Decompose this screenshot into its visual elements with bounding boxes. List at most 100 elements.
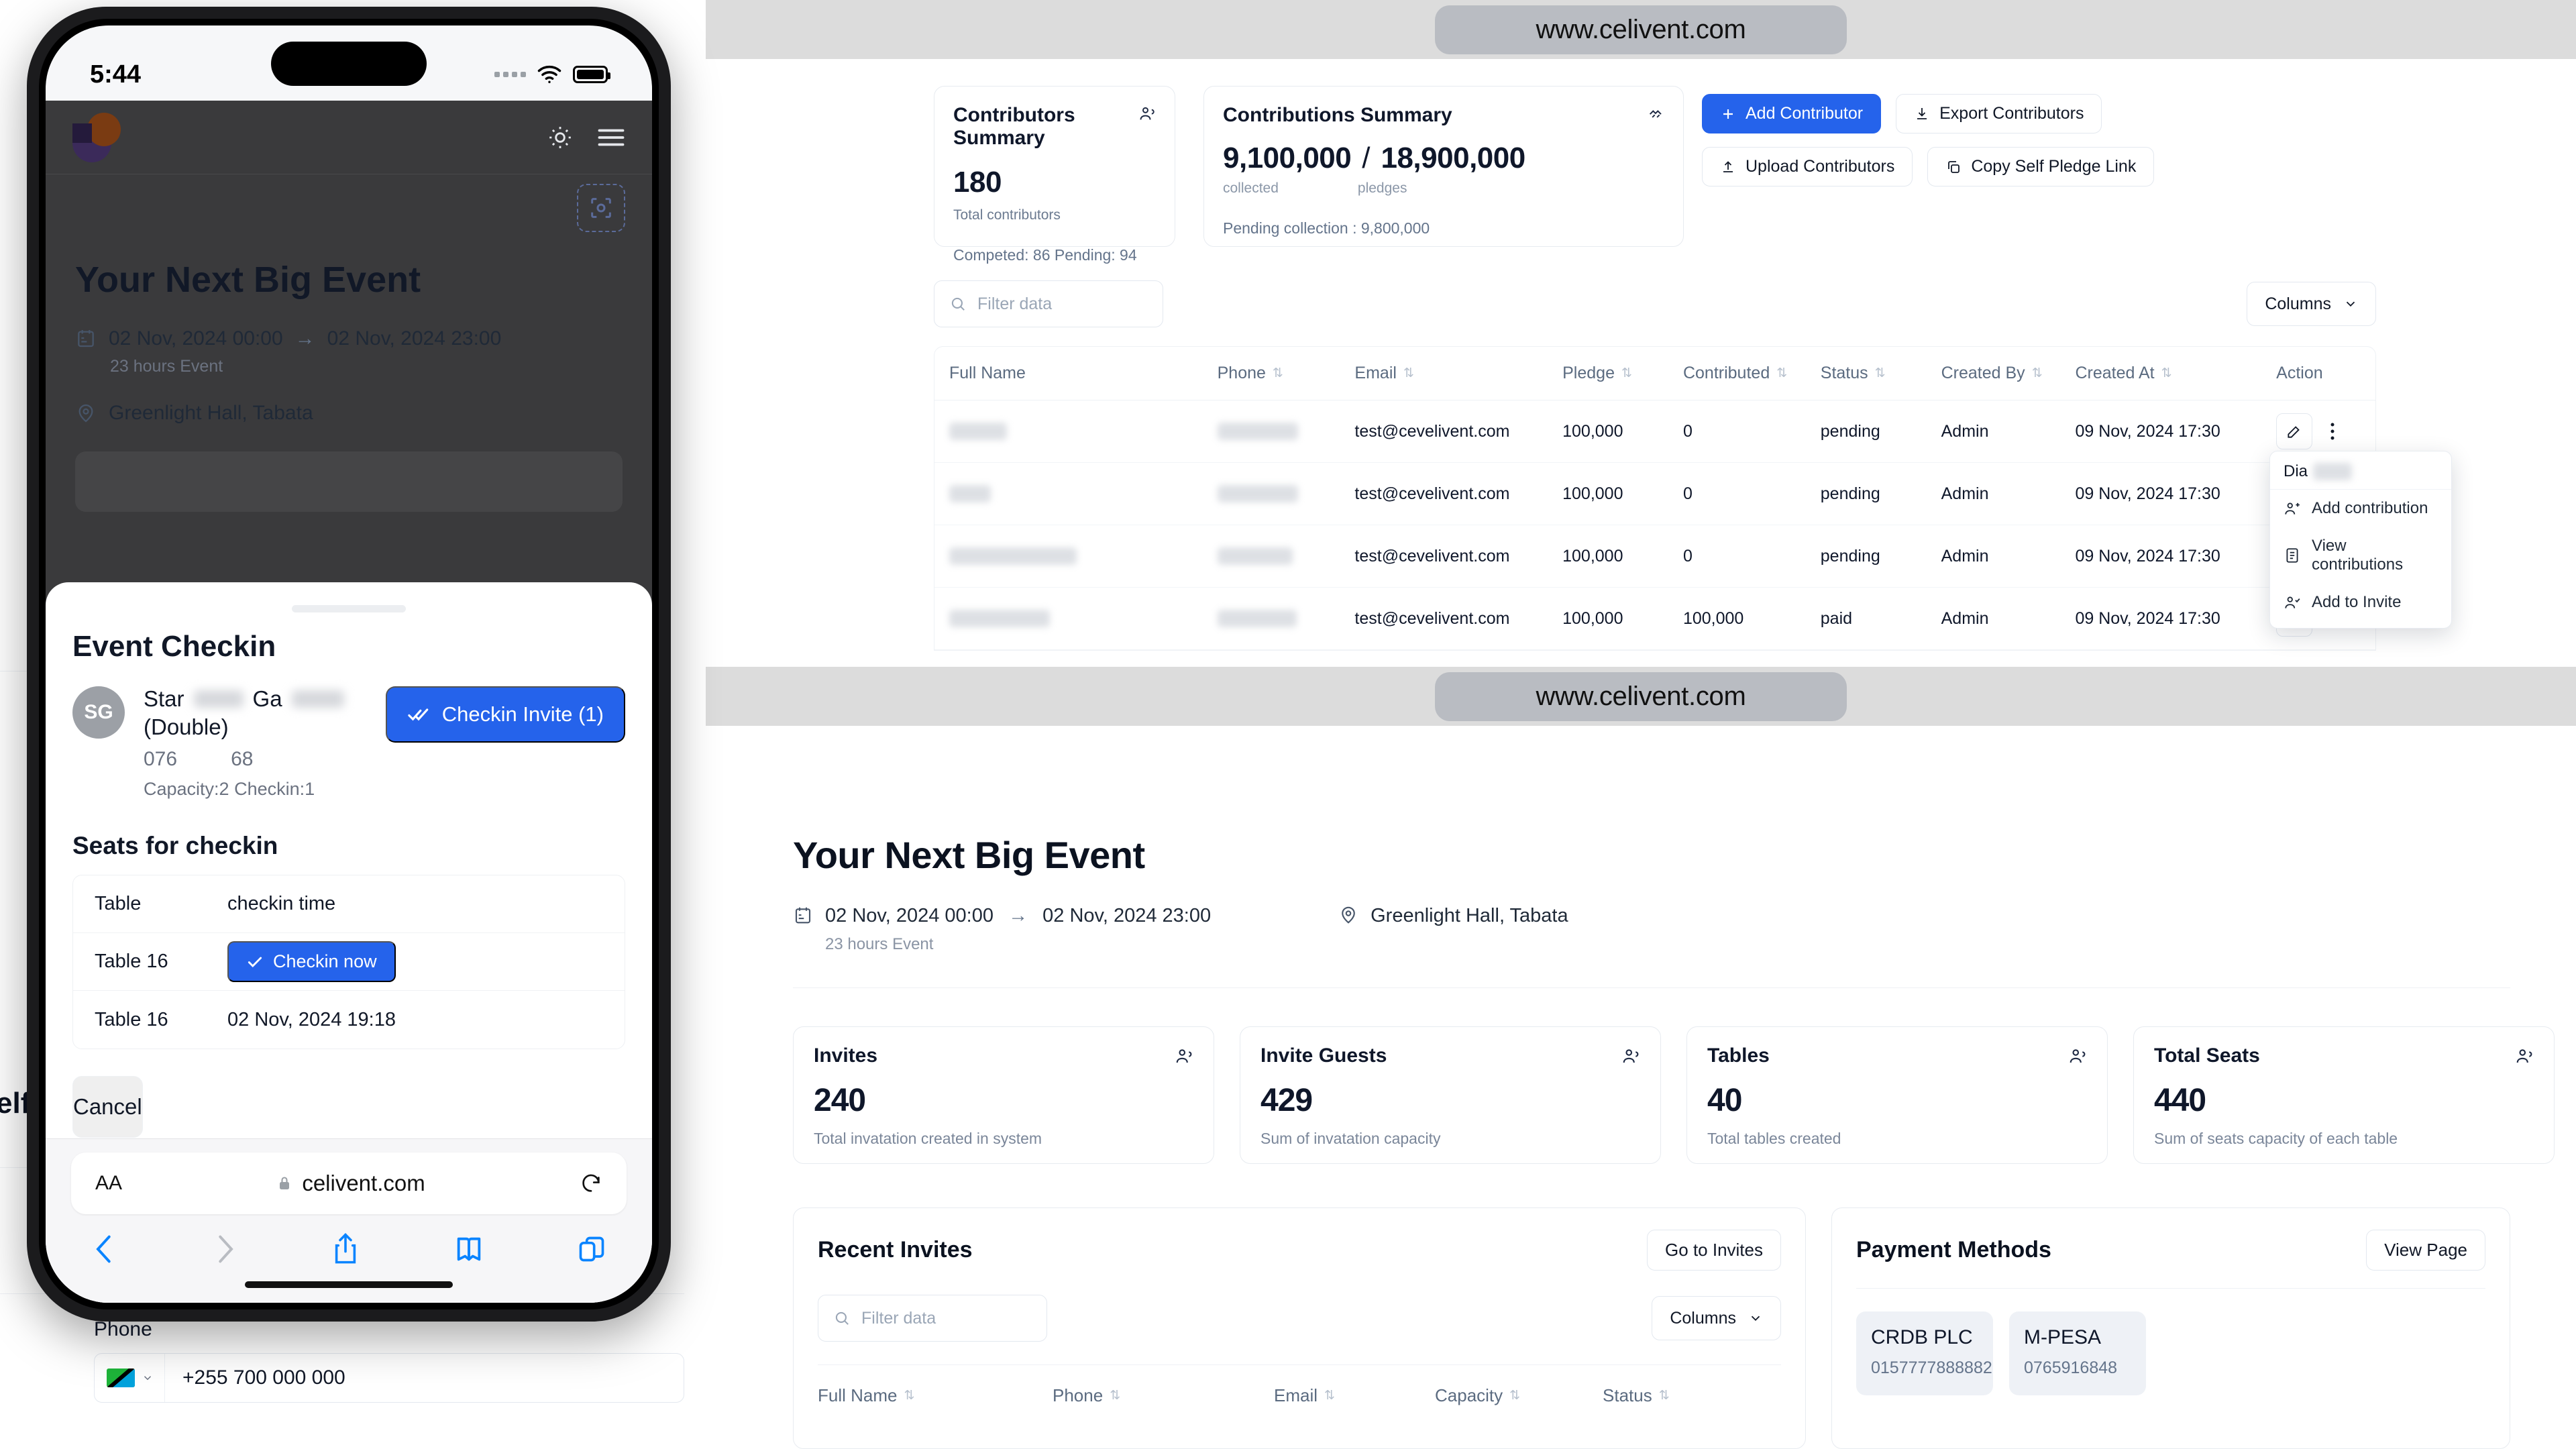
table-row[interactable]: test@cevelivent.com 100,000 0 pending Ad… <box>934 400 2375 463</box>
cell-email: test@cevelivent.com <box>1354 608 1510 628</box>
contributors-total: 180 <box>953 166 1002 199</box>
table-row[interactable]: test@cevelivent.com 100,000 0 pending Ad… <box>934 525 2375 588</box>
col-label: Pledge <box>1562 364 1615 382</box>
seat-row: Table 16 02 Nov, 2024 19:18 <box>73 991 625 1049</box>
menu-item-add-contribution[interactable]: Add contribution <box>2270 490 2451 527</box>
handshake-icon <box>1647 104 1666 123</box>
col-created-at[interactable]: Created At ⇅ <box>2060 364 2261 383</box>
columns-button[interactable]: Columns <box>1652 1296 1781 1340</box>
seat-checkin-time: 02 Nov, 2024 19:18 <box>227 1008 396 1030</box>
checkin-now-button[interactable]: Checkin now <box>227 941 396 982</box>
col-label: Email <box>1354 364 1397 382</box>
table-row[interactable]: test@cevelivent.com 100,000 100,000 paid… <box>934 588 2375 650</box>
cell-full-name <box>934 547 1203 565</box>
cell-phone <box>1203 485 1340 502</box>
go-to-invites-button[interactable]: Go to Invites <box>1647 1230 1781 1271</box>
cell-created-at: 09 Nov, 2024 17:30 <box>2075 484 2220 503</box>
chevron-down-icon <box>2343 297 2358 311</box>
view-page-button[interactable]: View Page <box>2366 1230 2485 1271</box>
columns-button[interactable]: Columns <box>2247 282 2376 326</box>
menu-item-label: View contributions <box>2312 537 2404 574</box>
cancel-button[interactable]: Cancel <box>72 1076 143 1138</box>
row-context-menu[interactable]: Dia Add contribution View contributions … <box>2269 451 2452 629</box>
col-label: Contributed <box>1682 364 1770 382</box>
menu-item-view-contributions[interactable]: View contributions <box>2270 527 2451 584</box>
contributors-filter-bar: Filter data Columns <box>934 280 2376 327</box>
stat-value: 429 <box>1260 1083 1313 1118</box>
book-icon[interactable] <box>453 1233 484 1265</box>
edit-row-button[interactable] <box>2276 413 2313 449</box>
sheet-grabber[interactable] <box>292 605 406 612</box>
phone-input[interactable]: +255 700 000 000 <box>94 1353 684 1403</box>
col-phone[interactable]: Phone ⇅ <box>1053 1385 1274 1406</box>
payment-method-card[interactable]: M-PESA 0765916848 <box>2009 1311 2146 1395</box>
theme-toggle-icon[interactable] <box>547 125 573 150</box>
col-action: Action <box>2261 364 2375 383</box>
export-contributors-label: Export Contributors <box>1939 104 2084 123</box>
search-icon <box>949 295 967 313</box>
col-created-by[interactable]: Created By ⇅ <box>1927 364 2061 383</box>
qr-scan-icon[interactable] <box>577 184 625 232</box>
stat-value: 440 <box>2154 1083 2206 1118</box>
seat-table-name: Table 16 <box>95 951 168 972</box>
col-status[interactable]: Status ⇅ <box>1806 364 1927 383</box>
users-icon <box>1175 1046 1195 1066</box>
payment-method-card[interactable]: CRDB PLC 0157777888882 <box>1856 1311 1993 1395</box>
col-email[interactable]: Email ⇅ <box>1340 364 1548 383</box>
hamburger-menu-icon[interactable] <box>597 126 625 149</box>
col-capacity[interactable]: Capacity ⇅ <box>1435 1385 1603 1406</box>
stat-title: Total Seats <box>2154 1044 2260 1067</box>
seats-heading: Seats for checkin <box>72 832 278 859</box>
checkin-invite-button[interactable]: Checkin Invite (1) <box>385 686 625 743</box>
cell-contributed: 0 <box>1682 484 1693 503</box>
double-check-icon <box>407 703 430 726</box>
share-icon[interactable] <box>331 1232 360 1266</box>
chevron-right-icon[interactable] <box>211 1232 238 1267</box>
text-size-button[interactable]: AA <box>95 1172 122 1195</box>
guest-name-part2: Ga <box>252 686 282 711</box>
event-dashboard-panel: Your Next Big Event 02 Nov, 2024 00:00 →… <box>706 726 2576 1449</box>
col-email[interactable]: Email ⇅ <box>1274 1385 1435 1406</box>
add-contributor-button[interactable]: Add Contributor <box>1702 94 1882 133</box>
summary-cards-row: Contributors Summary 180 Total contribut… <box>934 86 1684 264</box>
guest-capacity-line: Capacity:2 Checkin:1 <box>144 779 315 799</box>
col-contributed[interactable]: Contributed ⇅ <box>1668 364 1806 383</box>
upload-contributors-label: Upload Contributors <box>1746 157 1895 176</box>
context-menu-header: Dia <box>2270 451 2451 490</box>
url-banner-text: www.celivent.com <box>1435 5 1847 54</box>
upload-contributors-button[interactable]: Upload Contributors <box>1702 147 1913 186</box>
arrow-right-icon: → <box>294 327 315 350</box>
stat-card-invites: Invites 240 Total invatation created in … <box>793 1026 1214 1164</box>
safari-url-bar[interactable]: AA celivent.com <box>71 1152 627 1214</box>
menu-item-add-to-invite[interactable]: Add to Invite <box>2270 584 2451 621</box>
country-code-select[interactable] <box>95 1354 165 1402</box>
dynamic-island <box>271 42 427 86</box>
col-label: Action <box>2276 364 2323 382</box>
tabs-icon[interactable] <box>577 1233 606 1265</box>
app-event-title: Your Next Big Event <box>75 260 421 300</box>
col-label: Created By <box>1941 364 2025 382</box>
payment-method-account: 0157777888882 <box>1871 1358 1992 1377</box>
reload-icon[interactable] <box>580 1172 602 1195</box>
table-row[interactable]: test@cevelivent.com 100,000 0 pending Ad… <box>934 463 2375 525</box>
filter-data-input[interactable]: Filter data <box>934 280 1163 327</box>
col-phone[interactable]: Phone ⇅ <box>1203 364 1340 383</box>
collected-amount: 9,100,000 <box>1223 142 1352 174</box>
redacted-name <box>949 610 1050 627</box>
tanzania-flag-icon <box>107 1368 135 1387</box>
event-duration: 23 hours Event <box>825 935 934 953</box>
export-contributors-button[interactable]: Export Contributors <box>1896 94 2102 133</box>
col-status[interactable]: Status ⇅ <box>1603 1385 1750 1406</box>
filter-data-input[interactable]: Filter data <box>818 1295 1047 1342</box>
chevron-left-icon[interactable] <box>91 1232 118 1267</box>
col-full-name[interactable]: Full Name <box>934 364 1203 383</box>
row-more-button[interactable] <box>2319 413 2346 449</box>
home-indicator <box>245 1281 453 1288</box>
col-pledge[interactable]: Pledge ⇅ <box>1548 364 1668 383</box>
sort-icon: ⇅ <box>1272 366 1283 380</box>
copy-self-pledge-link-button[interactable]: Copy Self Pledge Link <box>1927 147 2155 186</box>
sort-icon: ⇅ <box>2031 366 2043 380</box>
col-label: Full Name <box>818 1385 898 1405</box>
col-full-name[interactable]: Full Name ⇅ <box>818 1385 1053 1406</box>
cell-created-by: Admin <box>1941 546 1989 566</box>
